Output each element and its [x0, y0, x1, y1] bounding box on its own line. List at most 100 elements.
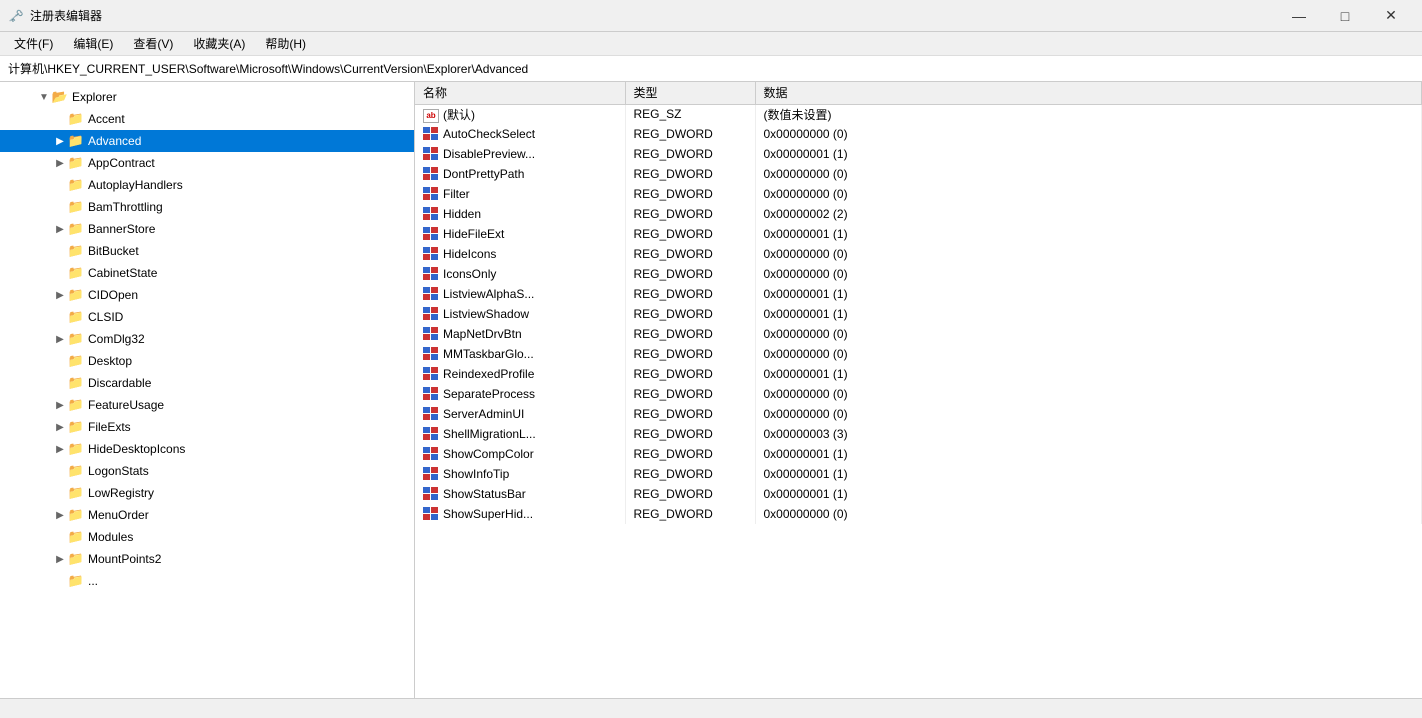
- tree-item-bitbucket[interactable]: BitBucket: [0, 240, 414, 262]
- tree-item-appcontract[interactable]: AppContract: [0, 152, 414, 174]
- table-row[interactable]: AutoCheckSelectREG_DWORD0x00000000 (0): [415, 124, 1422, 144]
- value-data: 0x00000000 (0): [755, 184, 1422, 204]
- menu-help[interactable]: 帮助(H): [255, 32, 316, 55]
- table-row[interactable]: ShowSuperHid...REG_DWORD0x00000000 (0): [415, 504, 1422, 524]
- folder-icon-explorer: [52, 90, 68, 104]
- tree-panel[interactable]: Explorer Accent Advanced AppContract: [0, 82, 415, 698]
- tree-item-desktop[interactable]: Desktop: [0, 350, 414, 372]
- tree-item-comdlg32[interactable]: ComDlg32: [0, 328, 414, 350]
- tree-arrow-explorer[interactable]: [36, 89, 52, 105]
- tree-label-clsid: CLSID: [88, 310, 123, 324]
- tree-label-cabinetstate: CabinetState: [88, 266, 157, 280]
- table-row[interactable]: HideFileExtREG_DWORD0x00000001 (1): [415, 224, 1422, 244]
- tree-arrow-fileexts[interactable]: [52, 419, 68, 435]
- tree-label-autoplayhandlers: AutoplayHandlers: [88, 178, 183, 192]
- table-row[interactable]: SeparateProcessREG_DWORD0x00000000 (0): [415, 384, 1422, 404]
- title-bar-left: 🗝️ 注册表编辑器: [8, 7, 102, 24]
- tree-arrow-menuorder[interactable]: [52, 507, 68, 523]
- col-header-data[interactable]: 数据: [755, 82, 1422, 104]
- table-row[interactable]: ReindexedProfileREG_DWORD0x00000001 (1): [415, 364, 1422, 384]
- tree-item-clsid[interactable]: CLSID: [0, 306, 414, 328]
- value-data: 0x00000000 (0): [755, 384, 1422, 404]
- table-row[interactable]: MapNetDrvBtnREG_DWORD0x00000000 (0): [415, 324, 1422, 344]
- tree-arrow-appcontract[interactable]: [52, 155, 68, 171]
- menu-view[interactable]: 查看(V): [123, 32, 183, 55]
- table-row[interactable]: ShowCompColorREG_DWORD0x00000001 (1): [415, 444, 1422, 464]
- tree-item-discardable[interactable]: Discardable: [0, 372, 414, 394]
- table-row[interactable]: MMTaskbarGlo...REG_DWORD0x00000000 (0): [415, 344, 1422, 364]
- col-header-name[interactable]: 名称: [415, 82, 625, 104]
- table-row[interactable]: DisablePreview...REG_DWORD0x00000001 (1): [415, 144, 1422, 164]
- close-button[interactable]: ✕: [1368, 0, 1414, 32]
- table-row[interactable]: ShowInfoTipREG_DWORD0x00000001 (1): [415, 464, 1422, 484]
- menu-file[interactable]: 文件(F): [4, 32, 63, 55]
- folder-icon-comdlg32: [68, 332, 84, 346]
- value-name: ShowSuperHid...: [415, 504, 625, 524]
- value-data: 0x00000001 (1): [755, 364, 1422, 384]
- tree-item-featureusage[interactable]: FeatureUsage: [0, 394, 414, 416]
- tree-item-bannerstore[interactable]: BannerStore: [0, 218, 414, 240]
- tree-item-advanced[interactable]: Advanced: [0, 130, 414, 152]
- tree-label-bannerstore: BannerStore: [88, 222, 155, 236]
- value-name: SeparateProcess: [415, 384, 625, 404]
- menu-favorites[interactable]: 收藏夹(A): [183, 32, 255, 55]
- table-row[interactable]: ShowStatusBarREG_DWORD0x00000001 (1): [415, 484, 1422, 504]
- tree-item-mountpoints2[interactable]: MountPoints2: [0, 548, 414, 570]
- tree-item-menuorder[interactable]: MenuOrder: [0, 504, 414, 526]
- app-icon: 🗝️: [8, 8, 24, 24]
- table-row[interactable]: ShellMigrationL...REG_DWORD0x00000003 (3…: [415, 424, 1422, 444]
- table-row[interactable]: ListviewAlphaS...REG_DWORD0x00000001 (1): [415, 284, 1422, 304]
- tree-arrow-comdlg32[interactable]: [52, 331, 68, 347]
- tree-item-lowregistry[interactable]: LowRegistry: [0, 482, 414, 504]
- folder-icon-fileexts: [68, 420, 84, 434]
- tree-item-explorer[interactable]: Explorer: [0, 86, 414, 108]
- value-data: 0x00000000 (0): [755, 504, 1422, 524]
- value-name: ShowInfoTip: [415, 464, 625, 484]
- value-type: REG_DWORD: [625, 244, 755, 264]
- tree-item-autoplayhandlers[interactable]: AutoplayHandlers: [0, 174, 414, 196]
- values-panel[interactable]: 名称 类型 数据 ab (默认)REG_SZ(数值未设置) AutoCheckS…: [415, 82, 1422, 698]
- tree-item-bamthrottling[interactable]: BamThrottling: [0, 196, 414, 218]
- title-bar: 🗝️ 注册表编辑器 — □ ✕: [0, 0, 1422, 32]
- tree-item-logonstats[interactable]: LogonStats: [0, 460, 414, 482]
- tree-arrow-advanced[interactable]: [52, 133, 68, 149]
- table-row[interactable]: DontPrettyPathREG_DWORD0x00000000 (0): [415, 164, 1422, 184]
- tree-item-fileexts[interactable]: FileExts: [0, 416, 414, 438]
- tree-arrow-featureusage[interactable]: [52, 397, 68, 413]
- table-row[interactable]: ab (默认)REG_SZ(数值未设置): [415, 104, 1422, 124]
- table-row[interactable]: ServerAdminUIREG_DWORD0x00000000 (0): [415, 404, 1422, 424]
- tree-arrow-mountpoints2[interactable]: [52, 551, 68, 567]
- tree-label-bitbucket: BitBucket: [88, 244, 139, 258]
- table-row[interactable]: IconsOnlyREG_DWORD0x00000000 (0): [415, 264, 1422, 284]
- value-name: ServerAdminUI: [415, 404, 625, 424]
- value-name: MMTaskbarGlo...: [415, 344, 625, 364]
- table-row[interactable]: ListviewShadowREG_DWORD0x00000001 (1): [415, 304, 1422, 324]
- table-row[interactable]: FilterREG_DWORD0x00000000 (0): [415, 184, 1422, 204]
- table-row[interactable]: HideIconsREG_DWORD0x00000000 (0): [415, 244, 1422, 264]
- value-type: REG_DWORD: [625, 464, 755, 484]
- col-header-type[interactable]: 类型: [625, 82, 755, 104]
- folder-icon-cidopen: [68, 288, 84, 302]
- menu-bar: 文件(F) 编辑(E) 查看(V) 收藏夹(A) 帮助(H): [0, 32, 1422, 56]
- tree-arrow-cidopen[interactable]: [52, 287, 68, 303]
- folder-icon-hidedesktopicons: [68, 442, 84, 456]
- tree-item-partial[interactable]: ...: [0, 570, 414, 592]
- maximize-button[interactable]: □: [1322, 0, 1368, 32]
- tree-item-hidedesktopicons[interactable]: HideDesktopIcons: [0, 438, 414, 460]
- value-name: DisablePreview...: [415, 144, 625, 164]
- tree-item-cidopen[interactable]: CIDOpen: [0, 284, 414, 306]
- tree-label-fileexts: FileExts: [88, 420, 131, 434]
- minimize-button[interactable]: —: [1276, 0, 1322, 32]
- folder-icon-autoplayhandlers: [68, 178, 84, 192]
- tree-arrow-bannerstore[interactable]: [52, 221, 68, 237]
- tree-item-accent[interactable]: Accent: [0, 108, 414, 130]
- value-data: 0x00000000 (0): [755, 244, 1422, 264]
- values-table: 名称 类型 数据 ab (默认)REG_SZ(数值未设置) AutoCheckS…: [415, 82, 1422, 524]
- table-row[interactable]: HiddenREG_DWORD0x00000002 (2): [415, 204, 1422, 224]
- tree-arrow-hidedesktopicons[interactable]: [52, 441, 68, 457]
- tree-item-modules[interactable]: Modules: [0, 526, 414, 548]
- tree-item-cabinetstate[interactable]: CabinetState: [0, 262, 414, 284]
- menu-edit[interactable]: 编辑(E): [63, 32, 123, 55]
- tree-label-featureusage: FeatureUsage: [88, 398, 164, 412]
- value-data: 0x00000000 (0): [755, 164, 1422, 184]
